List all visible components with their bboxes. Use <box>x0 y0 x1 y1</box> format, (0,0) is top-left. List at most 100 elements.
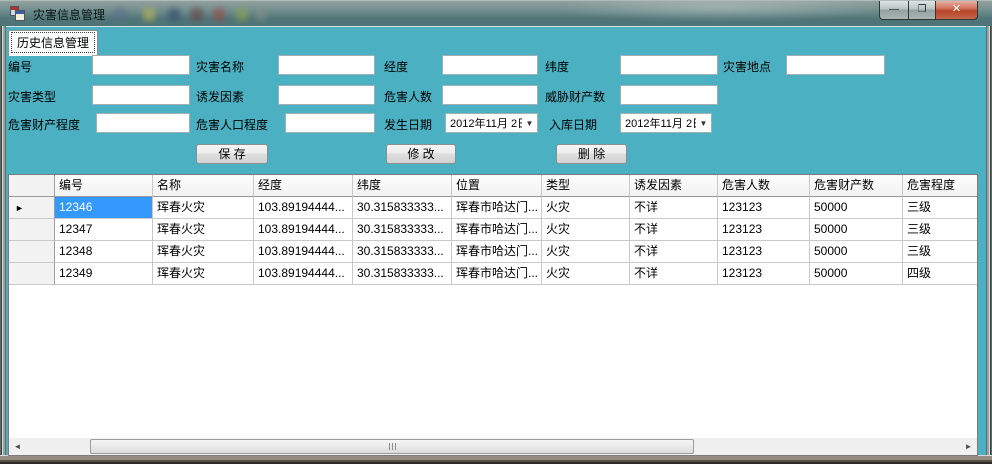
grid-cell[interactable]: 不详 <box>630 219 718 241</box>
scrollbar-track[interactable] <box>26 438 960 455</box>
column-header[interactable]: 经度 <box>254 175 353 197</box>
grid-cell[interactable]: 三级 <box>903 197 978 219</box>
grid-cell[interactable]: 火灾 <box>542 263 630 285</box>
scroll-right-icon: ► <box>965 442 973 451</box>
glass-blob <box>143 8 155 21</box>
grid-cell[interactable]: 103.89194444... <box>254 219 353 241</box>
tab-history-info[interactable]: 历史信息管理 <box>8 30 98 56</box>
longitude-input[interactable] <box>442 55 538 75</box>
occur-date-picker[interactable]: 2012年11月 2日 ▼ <box>445 113 538 133</box>
grid-cell[interactable]: 123123 <box>718 241 810 263</box>
grid-cell[interactable]: 火灾 <box>542 241 630 263</box>
grid-cell[interactable]: 50000 <box>810 219 903 241</box>
grid-cell[interactable]: 珲春市哈达门... <box>452 241 542 263</box>
scroll-left-button[interactable]: ◄ <box>9 438 26 455</box>
harmed-people-input[interactable] <box>442 85 538 105</box>
scrollbar-thumb[interactable] <box>90 439 694 454</box>
grid-cell[interactable]: 123123 <box>718 197 810 219</box>
row-selector[interactable]: ► <box>9 197 55 219</box>
grid-cell[interactable]: 103.89194444... <box>254 263 353 285</box>
client-area: 历史信息管理 编号 灾害名称 经度 纬度 灾害地点 灾害类型 诱发因素 危害人数… <box>6 26 986 455</box>
column-header[interactable]: 位置 <box>452 175 542 197</box>
grid-cell[interactable]: 103.89194444... <box>254 241 353 263</box>
grid-cell[interactable]: 30.315833333... <box>353 263 452 285</box>
close-button[interactable]: ✕ <box>936 1 978 20</box>
delete-button[interactable]: 删 除 <box>556 144 627 164</box>
grid-cell[interactable]: 30.315833333... <box>353 219 452 241</box>
glass-blob <box>113 8 127 21</box>
column-header[interactable]: 危害人数 <box>718 175 810 197</box>
field-label-population-harm-degree: 危害人口程度 <box>196 116 268 133</box>
scroll-left-icon: ◄ <box>14 442 22 451</box>
horizontal-scrollbar[interactable]: ◄ ► <box>9 438 977 455</box>
row-selector[interactable] <box>9 241 55 263</box>
close-icon: ✕ <box>952 3 961 15</box>
grid-cell[interactable]: 50000 <box>810 197 903 219</box>
grid-cell[interactable]: 火灾 <box>542 197 630 219</box>
grid-cell[interactable]: 12349 <box>55 263 153 285</box>
dropdown-arrow-icon[interactable]: ▼ <box>522 119 537 128</box>
grid-cell[interactable]: 30.315833333... <box>353 197 452 219</box>
row-selector[interactable] <box>9 263 55 285</box>
column-header[interactable]: 名称 <box>153 175 254 197</box>
save-button[interactable]: 保 存 <box>196 144 268 164</box>
grid-cell[interactable]: 不详 <box>630 241 718 263</box>
property-damage-degree-input[interactable] <box>96 113 190 133</box>
grid-cell[interactable]: 12348 <box>55 241 153 263</box>
grid-cell[interactable]: 50000 <box>810 263 903 285</box>
scroll-right-button[interactable]: ► <box>960 438 977 455</box>
latitude-input[interactable] <box>620 55 718 75</box>
grid-cell[interactable]: 珲春火灾 <box>153 241 254 263</box>
grid-corner-cell[interactable] <box>9 175 55 197</box>
grid-cell[interactable]: 12346 <box>55 197 153 219</box>
caption-buttons: — ❐ ✕ <box>879 1 978 20</box>
grid-cell[interactable]: 30.315833333... <box>353 241 452 263</box>
grid-cell[interactable]: 火灾 <box>542 219 630 241</box>
grid-cell[interactable]: 四级 <box>903 263 978 285</box>
app-window: 灾害信息管理 — ❐ ✕ 历史信息管理 编号 灾害名称 经度 纬度 灾害地点 灾… <box>0 0 992 464</box>
row-selector[interactable] <box>9 219 55 241</box>
grid-header-row: 编号 名称 经度 纬度 位置 类型 诱发因素 危害人数 危害财产数 危害程度 <box>9 175 977 197</box>
trigger-factor-input[interactable] <box>278 85 375 105</box>
field-label-longitude: 经度 <box>384 58 408 75</box>
threatened-property-input[interactable] <box>620 85 718 105</box>
grid-cell[interactable]: 珲春市哈达门... <box>452 263 542 285</box>
field-label-location: 灾害地点 <box>723 58 771 75</box>
location-input[interactable] <box>786 55 885 75</box>
minimize-button[interactable]: — <box>879 1 908 20</box>
grid-cell[interactable]: 珲春火灾 <box>153 197 254 219</box>
table-row: 12348 珲春火灾 103.89194444... 30.315833333.… <box>9 241 977 263</box>
grid-cell[interactable]: 123123 <box>718 219 810 241</box>
grid-cell[interactable]: 三级 <box>903 219 978 241</box>
grid-cell[interactable]: 珲春市哈达门... <box>452 219 542 241</box>
grid-cell[interactable]: 12347 <box>55 219 153 241</box>
disaster-type-input[interactable] <box>92 85 190 105</box>
grid-cell[interactable]: 103.89194444... <box>254 197 353 219</box>
disaster-name-input[interactable] <box>278 55 375 75</box>
grid-cell[interactable]: 不详 <box>630 197 718 219</box>
field-label-occur-date: 发生日期 <box>384 116 432 133</box>
grid-cell[interactable]: 珲春火灾 <box>153 219 254 241</box>
population-harm-degree-input[interactable] <box>285 113 375 133</box>
column-header[interactable]: 诱发因素 <box>630 175 718 197</box>
modify-button[interactable]: 修 改 <box>386 144 456 164</box>
column-header[interactable]: 纬度 <box>353 175 452 197</box>
column-header[interactable]: 类型 <box>542 175 630 197</box>
window-title: 灾害信息管理 <box>33 6 105 23</box>
grid-cell[interactable]: 123123 <box>718 263 810 285</box>
grid-cell[interactable]: 不详 <box>630 263 718 285</box>
id-input[interactable] <box>92 55 190 75</box>
maximize-button[interactable]: ❐ <box>908 1 936 20</box>
glass-sheen <box>560 0 880 23</box>
grid-cell[interactable]: 50000 <box>810 241 903 263</box>
grid-cell[interactable]: 珲春市哈达门... <box>452 197 542 219</box>
column-header[interactable]: 危害程度 <box>903 175 978 197</box>
column-header[interactable]: 危害财产数 <box>810 175 903 197</box>
glass-blob <box>236 8 248 21</box>
storage-date-picker[interactable]: 2012年11月 2日 ▼ <box>620 113 712 133</box>
grid-cell[interactable]: 三级 <box>903 241 978 263</box>
field-label-trigger-factor: 诱发因素 <box>196 88 244 105</box>
grid-cell[interactable]: 珲春火灾 <box>153 263 254 285</box>
dropdown-arrow-icon[interactable]: ▼ <box>696 119 711 128</box>
column-header[interactable]: 编号 <box>55 175 153 197</box>
